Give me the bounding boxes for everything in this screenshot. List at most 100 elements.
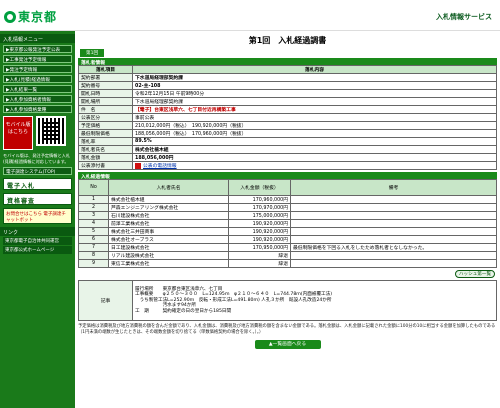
- info-row: 落札者氏名 株式会社植木組: [78, 145, 497, 154]
- bid-row: 2 芦森エンジニアリング株式会社 170,970,000円: [78, 203, 497, 212]
- bid-no: 5: [78, 227, 109, 236]
- info-key: 公表添付書: [78, 161, 133, 170]
- bid-note: [290, 235, 497, 244]
- sidebar-menu-head: 入札情報メニュー: [0, 34, 75, 43]
- bids-col-name: 入札者氏名: [108, 179, 229, 196]
- e-bidding-button[interactable]: 電子入札: [3, 178, 72, 190]
- mobile-box: モバイル版 はこちら: [3, 116, 72, 150]
- info-section-header: 落札者情報: [78, 58, 497, 66]
- info-row: 公表区分 事前公表: [78, 113, 497, 122]
- e-procurement-top-link[interactable]: 電子調達システム(TOP): [3, 167, 72, 175]
- info-row: 落札率 89.5%: [78, 137, 497, 146]
- info-row: 契約番号 02-主-108: [78, 81, 497, 90]
- info-value-text: 188,056,000円: [135, 156, 174, 161]
- bid-amount: 辞退: [228, 259, 291, 268]
- tokyo-logo[interactable]: 東京都: [4, 8, 57, 25]
- bid-note: [290, 227, 497, 236]
- bid-name: 株式会社植木組: [108, 195, 229, 204]
- bid-note: 最低制限価格を下回る入札をしたため落札者となしなかった。: [290, 243, 497, 252]
- info-row: 開札日時 令和2年12月15日 午前9時00分: [78, 89, 497, 98]
- info-row: 最低制限価格 188,056,000円（税込） 170,960,000円（税抜）: [78, 129, 497, 138]
- info-value: 02-主-108: [132, 81, 497, 90]
- info-key: 契約部署: [78, 73, 133, 82]
- sidebar-item-industry[interactable]: ▶入札参加資格業種: [3, 105, 72, 113]
- links-head: リンク: [0, 227, 75, 236]
- info-key: 最低制限価格: [78, 129, 133, 138]
- link-tokyo-official[interactable]: 東京都公式ホームページ: [3, 246, 72, 254]
- info-row: 開札場所 下水道局経理部契約課: [78, 97, 497, 106]
- bid-name: 芦森エンジニアリング株式会社: [108, 203, 229, 212]
- info-value[interactable]: 公表の電話情報: [132, 161, 497, 170]
- info-value-text: 事前公表: [135, 116, 155, 121]
- site-header: 東京都 入札情報サービス: [0, 0, 500, 31]
- round-tab: 第1回: [80, 49, 105, 57]
- bid-no: 8: [78, 251, 109, 260]
- bid-note: [290, 211, 497, 220]
- attachment-link[interactable]: 公表の電話情報: [143, 164, 177, 169]
- back-to-list-button[interactable]: ▲一覧画面へ戻る: [254, 340, 321, 349]
- bid-amount: 辞退: [228, 251, 291, 260]
- info-value-text: 株式会社植木組: [135, 148, 169, 153]
- info-row: 落札金額 188,056,000円: [78, 153, 497, 162]
- info-row: 予定価格 210,012,000円（税込） 190,920,000円（税抜）: [78, 121, 497, 130]
- info-key: 件 名: [78, 105, 133, 114]
- bid-row: 4 前澤工業株式会社 190,920,000円: [78, 219, 497, 228]
- info-key: 契約番号: [78, 81, 133, 90]
- info-value-text: 【電子】台東区浅草六、七丁目付近再構築工事: [135, 108, 236, 113]
- sidebar-item-qualified[interactable]: ▶入札参加資格者情報: [3, 95, 72, 103]
- mobile-button[interactable]: モバイル版 はこちら: [3, 116, 33, 150]
- service-title: 入札情報サービス: [436, 13, 492, 21]
- pdf-icon: [135, 162, 141, 169]
- info-value: 下水道局経理部契約課: [132, 97, 497, 106]
- bids-section-header: 入札経過情報: [78, 172, 497, 180]
- info-row: 件 名【電子】台東区浅草六、七丁目付近再構築工事: [78, 105, 497, 114]
- info-row: 契約部署 下水道局経理部契約課: [78, 73, 497, 82]
- bid-row: 7 日工建設株式会社 170,950,000円 最低制限価格を下回る入札をしたため落札…: [78, 243, 497, 252]
- info-key: 落札率: [78, 137, 133, 146]
- bids-table: No 入札者氏名 入札金額（税抜） 備考 1 株式会社植木組 170,960,000…: [78, 179, 497, 268]
- info-key: 開札日時: [78, 89, 133, 98]
- qr-code-icon: [36, 116, 66, 146]
- help-button[interactable]: ハッシュ第一覧: [455, 270, 495, 278]
- sidebar-item-order-plan[interactable]: ▶発注予定情報: [3, 65, 72, 73]
- info-key: 開札場所: [78, 97, 133, 106]
- info-value-text: 令和2年12月15日 午前9時00分: [135, 92, 205, 97]
- sidebar-item-construction-plan[interactable]: ▶工事発注予定情報: [3, 55, 72, 63]
- bid-note: [290, 219, 497, 228]
- memo-value: 履行場所 東京都台東区浅草六、七丁目 工事概要 φ２５０～３００ L=124.9…: [132, 280, 497, 321]
- sidebar-item-kohou[interactable]: ▶東京都公報発注予定公表: [3, 45, 72, 53]
- mobile-text: モバイル版は、発注予定情報と入札(見積)経過情報に対応しています。: [3, 153, 71, 164]
- qualification-button[interactable]: 資格審査: [3, 193, 72, 205]
- info-key: 落札者氏名: [78, 145, 133, 154]
- info-value-text: 02-主-108: [135, 84, 161, 89]
- info-value: 【電子】台東区浅草六、七丁目付近再構築工事: [132, 105, 497, 114]
- sidebar-item-bid-progress[interactable]: ▶入札(見積)経過情報: [3, 75, 72, 83]
- info-row: 公表添付書 公表の電話情報: [78, 161, 497, 170]
- tokyo-emblem-icon: [4, 10, 16, 23]
- sidebar-item-bid-results[interactable]: ▶入札結果一覧: [3, 85, 72, 93]
- chatbot-button[interactable]: お問合せはこちら 電子調達チャットボット: [3, 208, 72, 224]
- logo-text: 東京都: [18, 10, 58, 24]
- bid-row: 9 東信工業株式会社 辞退: [78, 259, 497, 268]
- info-value: 令和2年12月15日 午前9時00分: [132, 89, 497, 98]
- bid-name: 東信工業株式会社: [108, 259, 229, 268]
- bid-name: 株式会社オーブラス: [108, 235, 229, 244]
- info-key: 予定価格: [78, 121, 133, 130]
- bid-row: 3 石川建設株式会社 175,000,000円: [78, 211, 497, 220]
- bid-row: 5 株式会社三井田商事 190,920,000円: [78, 227, 497, 236]
- footnote: 予定価格は消費税及び地方消費税の額を含んだ金額であり、入札金額は、消費税及び地方…: [78, 324, 496, 335]
- bid-row: 1 株式会社植木組 170,960,000円: [78, 195, 497, 204]
- info-value-text: 210,012,000円（税込） 190,920,000円（税抜）: [135, 124, 247, 129]
- info-value-text: 89.5%: [135, 139, 152, 144]
- bid-no: 2: [78, 203, 109, 212]
- memo-key: 記事: [78, 280, 133, 321]
- info-value-text: 下水道局経理部契約課: [135, 100, 183, 105]
- info-value-text: 下水道局経理部契約課: [135, 76, 183, 81]
- info-value: 210,012,000円（税込） 190,920,000円（税抜）: [132, 121, 497, 130]
- info-value-text: 188,056,000円（税込） 170,960,000円（税抜）: [135, 132, 247, 137]
- link-joint-operation[interactable]: 東京都電子自治体共同運営: [3, 237, 72, 245]
- bid-no: 3: [78, 211, 109, 220]
- bid-amount: 190,920,000円: [228, 235, 291, 244]
- bid-no: 9: [78, 259, 109, 268]
- info-key: 落札金額: [78, 153, 133, 162]
